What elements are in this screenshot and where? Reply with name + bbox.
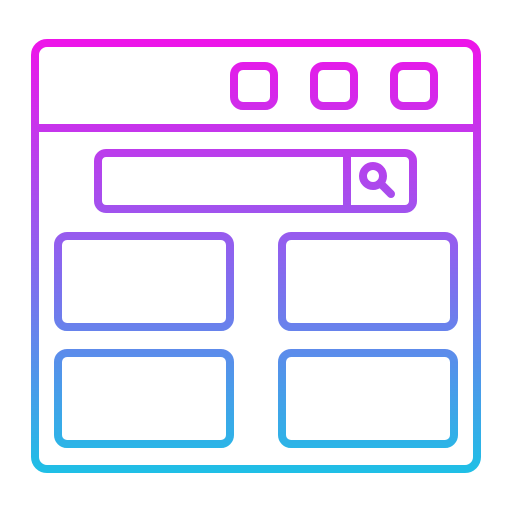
window-control-button-2 [310, 62, 358, 110]
browser-window-svg [31, 39, 481, 473]
window-control-button-1 [230, 62, 278, 110]
content-card-4 [278, 349, 458, 448]
content-card-2 [278, 232, 458, 331]
content-card-3 [54, 349, 234, 448]
content-card-1 [54, 232, 234, 331]
browser-window-icon [0, 0, 512, 512]
search-icon [359, 162, 395, 198]
window-control-button-3 [390, 62, 438, 110]
